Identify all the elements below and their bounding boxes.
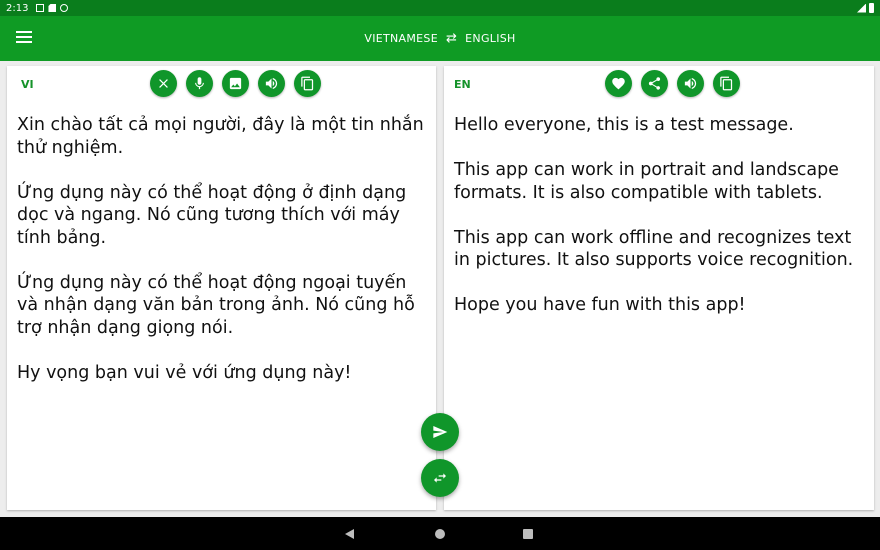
swap-icon [434, 473, 446, 483]
swap-icon[interactable]: ⇄ [446, 31, 457, 46]
target-language[interactable]: ENGLISH [465, 32, 515, 45]
app-bar: VIETNAMESE ⇄ ENGLISH [0, 16, 880, 61]
speaker-icon[interactable] [258, 70, 285, 97]
share-icon[interactable] [641, 70, 668, 97]
send-button[interactable] [421, 413, 459, 451]
battery-icon [869, 3, 874, 13]
home-icon[interactable] [435, 529, 445, 539]
back-icon[interactable] [345, 529, 354, 539]
heart-icon[interactable] [605, 70, 632, 97]
status-time: 2:13 [6, 2, 29, 14]
send-icon [433, 426, 448, 438]
sd-card-icon [48, 4, 57, 12]
source-language[interactable]: VIETNAMESE [364, 32, 438, 45]
source-actions [150, 70, 321, 97]
clear-icon[interactable] [150, 70, 177, 97]
target-text: Hello everyone, this is a test message. … [454, 115, 854, 315]
speaker-icon[interactable] [677, 70, 704, 97]
language-selector: VIETNAMESE ⇄ ENGLISH [0, 16, 880, 61]
a-icon [36, 4, 45, 12]
copy-icon[interactable] [713, 70, 740, 97]
target-actions [605, 70, 740, 97]
mic-icon[interactable] [186, 70, 213, 97]
image-icon[interactable] [222, 70, 249, 97]
sync-icon [60, 4, 69, 12]
recents-icon[interactable] [523, 529, 533, 539]
source-language-code: VI [21, 78, 34, 91]
swap-button[interactable] [421, 459, 459, 497]
status-bar: 2:13 [0, 0, 880, 16]
source-text[interactable]: Xin chào tất cả mọi người, đây là một ti… [17, 114, 429, 384]
signal-icon [857, 3, 866, 13]
copy-icon[interactable] [294, 70, 321, 97]
target-language-code: EN [454, 78, 471, 91]
target-panel: EN Hello everyone, this is a test messag… [444, 66, 874, 510]
navigation-bar [0, 517, 880, 550]
source-panel: VI Xin chào tất cả mọi người, đây là một… [7, 66, 436, 510]
